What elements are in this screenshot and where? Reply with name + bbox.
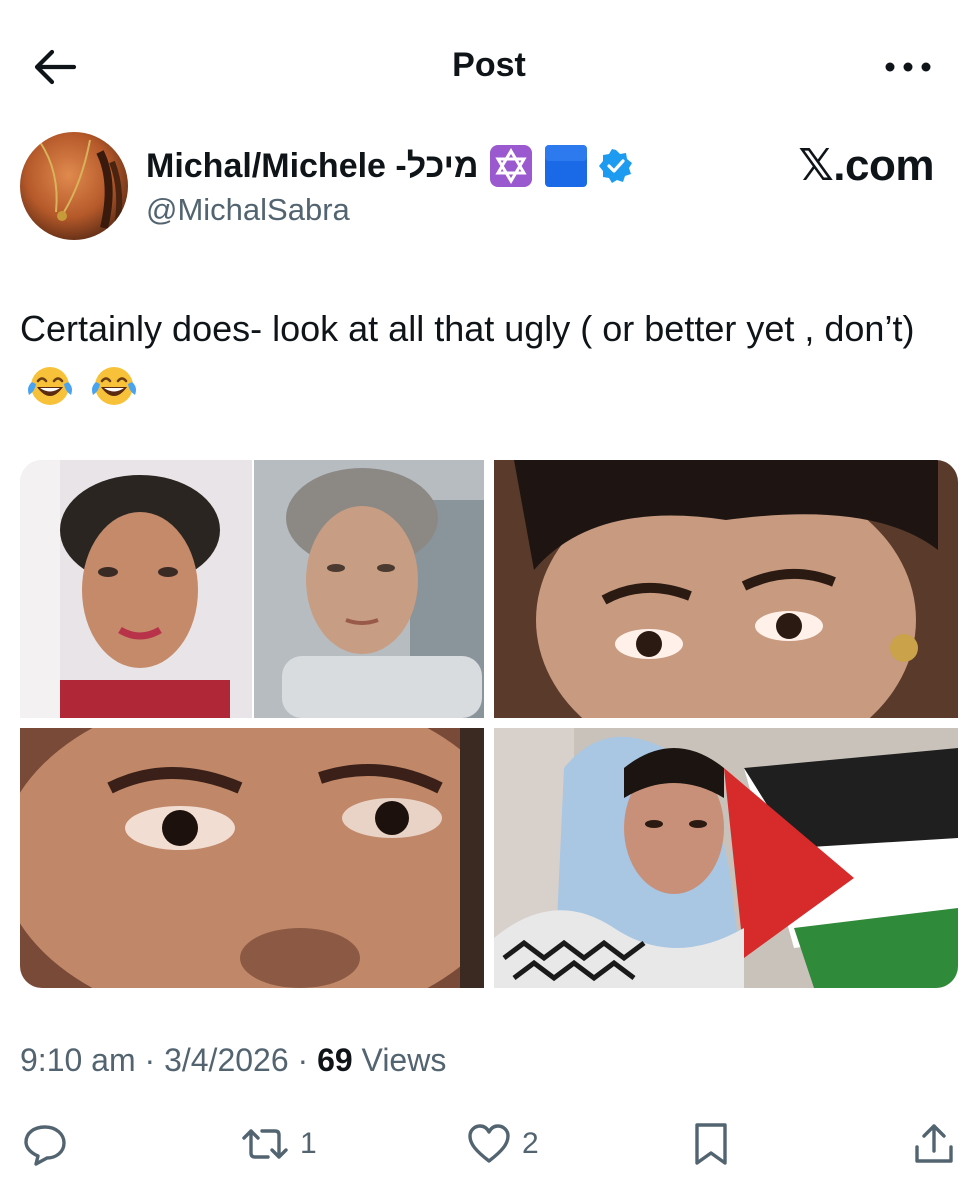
verified-badge-icon[interactable]: [598, 149, 633, 183]
face-with-tears-of-joy-emoji: [90, 365, 138, 424]
media-photo-3[interactable]: [20, 728, 484, 988]
bookmark-icon: [695, 1123, 727, 1165]
meta-separator: ·: [144, 1042, 156, 1078]
blue-square-emoji: [543, 143, 589, 189]
star-of-david-emoji: [489, 144, 533, 188]
face-with-tears-of-joy-emoji: [26, 365, 74, 424]
action-bar: 1 2: [0, 1112, 978, 1176]
post-meta: 9:10 am · 3/4/2026 · 69 Views: [20, 1042, 446, 1079]
source-label: 𝕏.com: [798, 141, 934, 190]
reply-button[interactable]: [22, 1120, 68, 1168]
author-display-name: Michal/Michele -מיכל: [146, 146, 479, 185]
media-grid: [20, 460, 958, 988]
repost-button[interactable]: 1: [240, 1120, 317, 1168]
post-time[interactable]: 9:10 am: [20, 1042, 136, 1078]
more-button[interactable]: [878, 50, 938, 84]
like-count: 2: [522, 1127, 539, 1160]
page-title: Post: [452, 46, 526, 84]
like-button[interactable]: 2: [466, 1120, 539, 1168]
bookmark-button[interactable]: [690, 1120, 732, 1168]
share-button[interactable]: [912, 1120, 956, 1168]
media-photo-2[interactable]: [494, 460, 958, 718]
author-handle[interactable]: @MichalSabra: [146, 192, 350, 228]
views-label: Views: [361, 1042, 447, 1078]
heart-icon: [468, 1124, 510, 1163]
post-text: Certainly does- look at all that ugly ( …: [20, 300, 950, 424]
author-name-row[interactable]: Michal/Michele -מיכל: [146, 143, 633, 189]
avatar[interactable]: [20, 132, 128, 240]
top-bar: Post: [0, 0, 978, 130]
post-body: Certainly does- look at all that ugly ( …: [20, 308, 915, 349]
post-date[interactable]: 3/4/2026: [164, 1042, 289, 1078]
media-photo-4[interactable]: [494, 728, 958, 988]
more-horizontal-icon: [885, 62, 931, 72]
media-photo-1[interactable]: [20, 460, 484, 718]
repost-icon: [242, 1129, 288, 1159]
meta-separator: ·: [297, 1042, 309, 1078]
views-count: 69: [317, 1042, 353, 1078]
reply-icon: [24, 1125, 66, 1166]
share-icon: [915, 1124, 953, 1163]
repost-count: 1: [300, 1127, 317, 1160]
